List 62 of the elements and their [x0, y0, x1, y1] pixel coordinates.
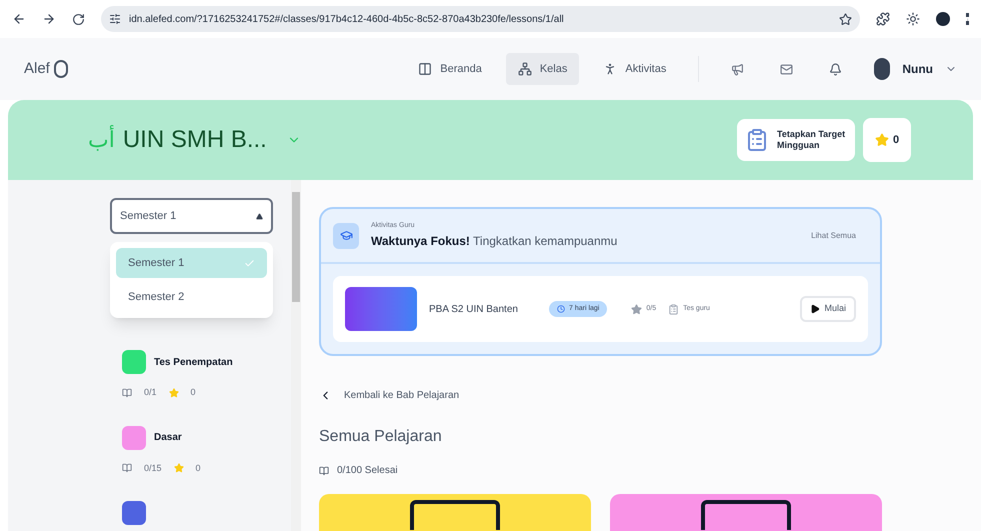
mail-icon[interactable] — [780, 62, 794, 76]
lesson-count: 0/1 — [144, 386, 157, 399]
address-bar[interactable]: idn.alefed.com/?1716253241752#/classes/917b4c12-460d-4b5c-8c52-870a43b230fe/lessons/1/all — [101, 6, 860, 32]
activity-title: Waktunya Fokus! Tingkatkan kemampuanmu — [371, 232, 618, 250]
url-text: idn.alefed.com/?1716253241752#/classes/917b4c12-460d-4b5c-8c52-870a43b230fe/lessons/1/all — [129, 12, 565, 26]
page-heading: Semua Pelajaran — [319, 427, 443, 447]
assignment-name: PBA S2 UIN Banten — [429, 302, 519, 316]
nav-tab-icon — [418, 62, 432, 76]
user-avatar[interactable] — [874, 58, 890, 80]
see-all-link[interactable]: Lihat Semua — [811, 230, 856, 242]
caret-icon — [256, 212, 263, 220]
lesson-illustration-icon — [410, 500, 500, 530]
bookmark-star-icon[interactable] — [839, 12, 852, 26]
extension-icon[interactable] — [906, 12, 920, 26]
extensions-icon[interactable] — [876, 12, 890, 26]
book-icon — [122, 463, 132, 474]
check-icon — [244, 258, 255, 268]
nav-tab[interactable]: Aktivitas — [591, 53, 678, 85]
book-icon — [319, 466, 329, 476]
test-icon — [668, 304, 680, 314]
nav-tab[interactable]: Beranda — [406, 53, 494, 85]
announcement-icon[interactable] — [731, 62, 744, 76]
weekly-target-button[interactable]: Tetapkan Target Mingguan — [737, 119, 855, 161]
arabic-text: أب — [88, 124, 115, 156]
semester-select[interactable]: Semester 1 — [110, 198, 273, 234]
lesson-card[interactable] — [319, 494, 591, 531]
notification-icon[interactable] — [829, 62, 842, 76]
lesson-card[interactable] — [610, 494, 882, 531]
reload-icon[interactable] — [72, 12, 85, 26]
site-settings-icon[interactable] — [109, 13, 121, 25]
nav-tab-icon — [518, 62, 532, 76]
scrollbar[interactable] — [291, 180, 301, 531]
logo[interactable]: Alef — [24, 58, 68, 80]
star-count: 0 — [190, 386, 196, 399]
back-link[interactable]: Kembali ke Bab Pelajaran — [319, 388, 981, 403]
star-icon — [874, 133, 889, 147]
assignment-thumbnail — [345, 287, 417, 331]
clipboard-icon — [745, 128, 769, 152]
dropdown-option[interactable]: Semester 1 — [116, 248, 267, 278]
chapter-title[interactable]: Tes Penempatan — [154, 354, 233, 370]
lesson-illustration-icon — [701, 500, 791, 530]
star-icon — [174, 463, 184, 474]
browser-menu-icon[interactable] — [966, 13, 969, 25]
user-name[interactable]: Nunu — [902, 60, 933, 78]
class-title: UIN SMH B... — [122, 125, 267, 155]
star-count: 0 — [863, 118, 911, 162]
nav-tab[interactable]: Kelas — [506, 53, 580, 85]
star-icon — [631, 304, 642, 314]
star-icon — [168, 388, 179, 398]
start-button[interactable]: Mulai — [800, 296, 856, 322]
lesson-count: 0/15 — [144, 462, 162, 474]
forward-icon[interactable] — [42, 12, 56, 26]
profile-avatar[interactable] — [936, 12, 950, 26]
star-count: 0 — [196, 462, 201, 474]
chapter-title[interactable]: Dasar — [154, 430, 182, 445]
book-icon — [122, 388, 132, 398]
chapter-thumbnail — [122, 501, 146, 525]
completion-text: 0/100 Selesai — [337, 464, 398, 478]
dropdown-option[interactable]: Semester 2 — [116, 282, 267, 312]
clock-icon — [557, 305, 565, 313]
play-icon — [810, 304, 820, 314]
back-icon[interactable] — [12, 12, 26, 26]
